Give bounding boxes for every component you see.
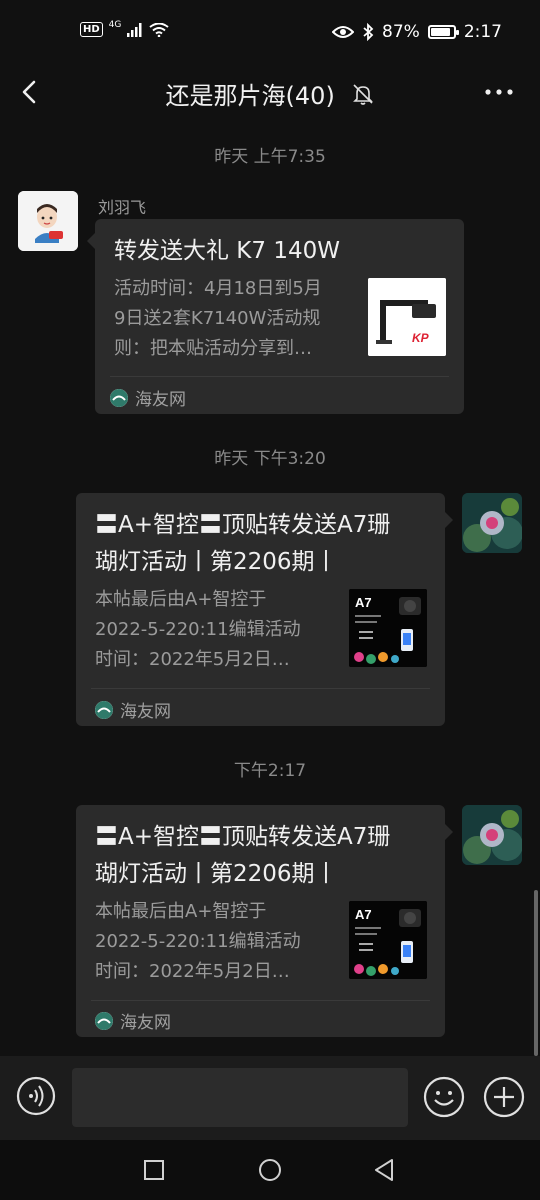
card-thumbnail: KP bbox=[368, 278, 446, 356]
avatar-self[interactable] bbox=[462, 805, 522, 865]
a7-ad-image: A7 bbox=[349, 589, 427, 667]
chat-title: 还是那片海(40) bbox=[165, 82, 335, 110]
system-nav-bar bbox=[0, 1140, 540, 1200]
link-card[interactable]: 转发送大礼 K7 140W 活动时间：4月18日到5月 9日送2套K7140W活… bbox=[95, 219, 464, 414]
home-button[interactable] bbox=[258, 1158, 282, 1182]
link-card[interactable]: 〓A+智控〓顶贴转发送A7珊 瑚灯活动丨第2206期丨 本帖最后由A+智控于 2… bbox=[76, 493, 445, 726]
chat-scrollbar[interactable] bbox=[534, 890, 538, 1056]
lamp-image: KP bbox=[368, 278, 446, 356]
recents-button[interactable] bbox=[144, 1160, 164, 1180]
bubble-tail bbox=[87, 233, 95, 249]
avatar[interactable] bbox=[18, 191, 78, 251]
hd-badge: HD bbox=[80, 22, 103, 37]
card-title-line: 〓A+智控〓顶贴转发送A7珊 bbox=[95, 512, 391, 538]
card-description: 本帖最后由A+智控于 2022-5-220:11编辑活动 时间：2022年5月2… bbox=[95, 897, 340, 987]
source-name: 海友网 bbox=[135, 390, 186, 410]
chat-header: 还是那片海(40) bbox=[0, 68, 540, 116]
source-logo-icon bbox=[95, 1011, 113, 1030]
card-source: 海友网 bbox=[110, 385, 186, 410]
card-title: 〓A+智控〓顶贴转发送A7珊 瑚灯活动丨第2206期丨 bbox=[95, 819, 430, 893]
message-timestamp: 昨天 上午7:35 bbox=[214, 147, 326, 167]
source-name: 海友网 bbox=[120, 702, 171, 722]
card-description: 本帖最后由A+智控于 2022-5-220:11编辑活动 时间：2022年5月2… bbox=[95, 585, 340, 675]
thumb-caption: A7 bbox=[355, 907, 372, 922]
a7-ad-image: A7 bbox=[349, 901, 427, 979]
smiley-icon[interactable] bbox=[423, 1076, 465, 1118]
card-desc-line: 本帖最后由A+智控于 bbox=[95, 589, 267, 610]
card-desc-line: 9日送2套K7140W活动规 bbox=[114, 308, 321, 329]
card-title-line: 瑚灯活动丨第2206期丨 bbox=[95, 861, 338, 887]
network-type: 4G bbox=[108, 19, 122, 30]
input-bar bbox=[0, 1056, 540, 1140]
card-source: 海友网 bbox=[95, 1008, 171, 1033]
card-desc-line: 活动时间：4月18日到5月 bbox=[114, 278, 322, 299]
signal-icon bbox=[127, 22, 142, 37]
card-desc-line: 2022-5-220:11编辑活动 bbox=[95, 931, 301, 952]
avatar-cartoon-boy bbox=[18, 191, 78, 251]
bell-off-icon bbox=[353, 83, 374, 105]
avatar-self[interactable] bbox=[462, 493, 522, 553]
wifi-icon bbox=[149, 22, 169, 37]
source-logo-icon bbox=[95, 700, 113, 719]
avatar-coral-image bbox=[462, 493, 522, 553]
thumb-caption: KP bbox=[412, 331, 430, 345]
card-title-line: 瑚灯活动丨第2206期丨 bbox=[95, 549, 338, 575]
card-divider bbox=[110, 376, 449, 377]
card-divider bbox=[91, 688, 430, 689]
message-timestamp: 昨天 下午3:20 bbox=[214, 449, 326, 469]
card-desc-line: 时间：2022年5月2日… bbox=[95, 649, 290, 670]
bubble-tail bbox=[445, 512, 453, 528]
status-left: HD 4G bbox=[80, 19, 169, 37]
clock: 2:17 bbox=[463, 22, 502, 42]
battery-percent: 87% bbox=[382, 22, 420, 42]
bluetooth-icon bbox=[363, 23, 374, 41]
eye-icon bbox=[332, 26, 355, 38]
card-description: 活动时间：4月18日到5月 9日送2套K7140W活动规 则：把本贴活动分享到… bbox=[114, 274, 359, 364]
card-desc-line: 本帖最后由A+智控于 bbox=[95, 901, 267, 922]
plus-circle-icon[interactable] bbox=[483, 1076, 525, 1118]
card-divider bbox=[91, 1000, 430, 1001]
card-thumbnail: A7 bbox=[349, 589, 427, 667]
voice-icon[interactable] bbox=[16, 1076, 56, 1116]
title-wrap: 还是那片海(40) bbox=[0, 76, 540, 111]
avatar-coral-image bbox=[462, 805, 522, 865]
card-title: 转发送大礼 K7 140W bbox=[114, 238, 340, 264]
nav-back-button[interactable] bbox=[372, 1158, 396, 1182]
source-logo-icon bbox=[110, 388, 128, 407]
message-input[interactable] bbox=[72, 1068, 408, 1127]
card-thumbnail: A7 bbox=[349, 901, 427, 979]
battery-icon bbox=[427, 25, 459, 39]
status-bar: HD 4G 87% 2:17 bbox=[0, 0, 540, 68]
status-right: 87% 2:17 bbox=[332, 22, 502, 42]
bubble-tail bbox=[445, 824, 453, 840]
sender-name: 刘羽飞 bbox=[98, 198, 147, 217]
card-source: 海友网 bbox=[95, 697, 171, 722]
source-name: 海友网 bbox=[120, 1013, 171, 1033]
card-title: 〓A+智控〓顶贴转发送A7珊 瑚灯活动丨第2206期丨 bbox=[95, 507, 430, 581]
link-card[interactable]: 〓A+智控〓顶贴转发送A7珊 瑚灯活动丨第2206期丨 本帖最后由A+智控于 2… bbox=[76, 805, 445, 1037]
thumb-caption: A7 bbox=[355, 595, 372, 610]
card-title-line: 〓A+智控〓顶贴转发送A7珊 bbox=[95, 824, 391, 850]
card-desc-line: 时间：2022年5月2日… bbox=[95, 961, 290, 982]
more-button[interactable] bbox=[484, 80, 514, 104]
card-desc-line: 则：把本贴活动分享到… bbox=[114, 338, 312, 359]
battery-fill bbox=[430, 28, 450, 36]
card-desc-line: 2022-5-220:11编辑活动 bbox=[95, 619, 301, 640]
message-timestamp: 下午2:17 bbox=[233, 761, 307, 781]
